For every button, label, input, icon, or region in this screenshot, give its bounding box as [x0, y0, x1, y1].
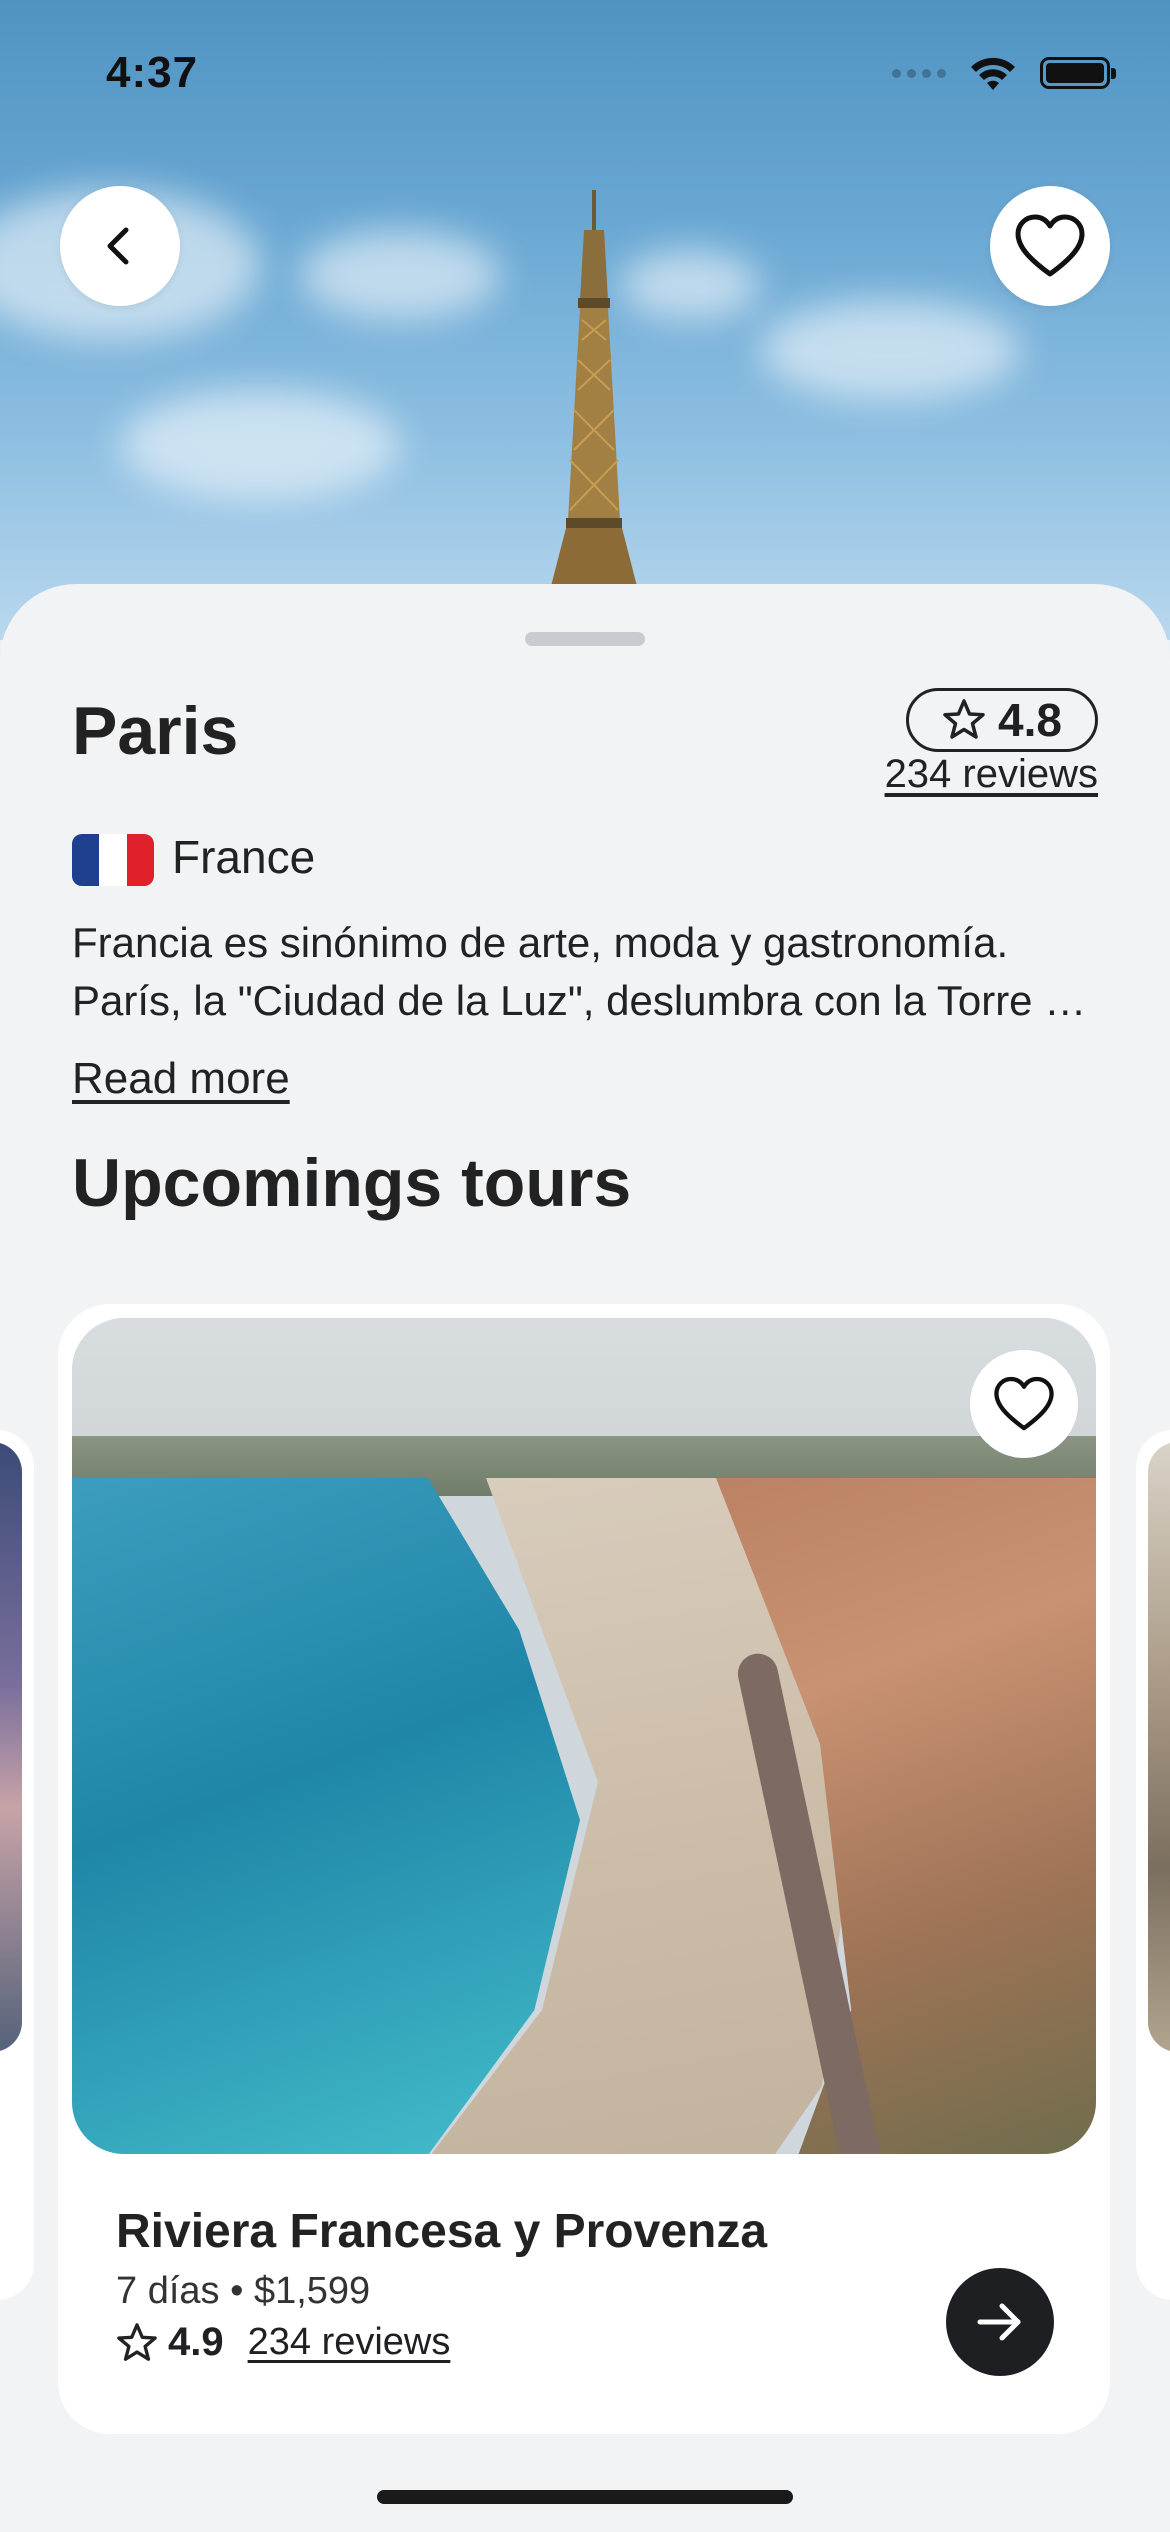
status-icons [892, 54, 1116, 92]
wifi-icon [971, 57, 1015, 90]
tour-image-next [1148, 1442, 1170, 2052]
read-more-link[interactable]: Read more [72, 1054, 290, 1104]
country-label: France [172, 831, 316, 883]
cellular-signal-icon [892, 68, 946, 78]
rating-value: 4.8 [998, 694, 1062, 746]
cloud [620, 250, 760, 320]
reviews-link[interactable]: 234 reviews [885, 752, 1098, 797]
eiffel-tower-illustration [550, 190, 638, 590]
destination-description: Francia es sinónimo de arte, moda y gast… [72, 914, 1102, 1030]
tour-name: Riviera Francesa y Provenza [116, 2205, 768, 2258]
tour-card-next[interactable] [1136, 1430, 1170, 2300]
tour-go-button[interactable] [946, 2268, 1054, 2376]
tour-reviews-link[interactable]: 234 reviews [248, 2321, 451, 2364]
separator-dot: • [230, 2270, 254, 2312]
status-time: 4:37 [106, 48, 199, 97]
tour-price: $1,599 [253, 2270, 371, 2312]
sheet-grabber[interactable] [525, 632, 645, 646]
tour-meta: 7 días • $1,599 [116, 2270, 370, 2313]
chevron-left-icon [107, 227, 129, 265]
tour-image-previous [0, 1442, 22, 2052]
destination-title: Paris [72, 693, 239, 769]
hero-image: 4:37 [0, 0, 1170, 640]
home-indicator [377, 2490, 793, 2504]
description-line-1: Francia es sinónimo de arte, moda y gast… [72, 919, 1009, 966]
section-title: Upcomings tours [72, 1145, 632, 1221]
cloud [300, 230, 500, 320]
tour-card[interactable]: Riviera Francesa y Provenza 7 días • $1,… [58, 1304, 1110, 2434]
back-button[interactable] [60, 186, 180, 306]
tour-image [72, 1318, 1096, 2154]
details-sheet: Paris 4.8 234 reviews France Francia es … [0, 584, 1170, 2532]
rating-badge: 4.8 [906, 688, 1098, 752]
heart-outline-icon [994, 1376, 1054, 1431]
tour-favorite-button[interactable] [970, 1350, 1078, 1458]
heart-outline-icon [1015, 214, 1085, 277]
cloud [760, 300, 1020, 400]
tour-card-previous[interactable] [0, 1430, 34, 2300]
tour-rating: 4.9 234 reviews [116, 2320, 450, 2365]
battery-icon [1040, 57, 1116, 89]
star-outline-icon [117, 2322, 157, 2361]
france-flag-icon [72, 834, 154, 886]
arrow-right-icon [977, 2303, 1021, 2341]
cloud [120, 390, 400, 500]
tour-rating-value: 4.9 [168, 2320, 224, 2364]
star-outline-icon [943, 699, 985, 739]
tour-duration: 7 días [116, 2270, 220, 2312]
description-line-2: París, la "Ciudad de la Luz", deslumbra … [72, 977, 1102, 1024]
favorite-button[interactable] [990, 186, 1110, 306]
